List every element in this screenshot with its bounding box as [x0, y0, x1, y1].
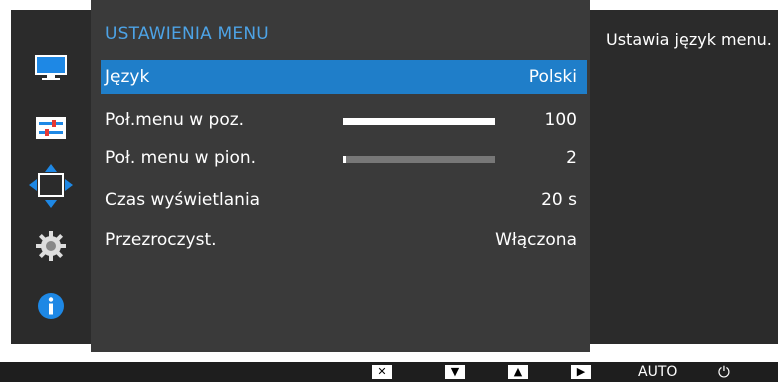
- auto-button[interactable]: AUTO: [638, 364, 677, 380]
- power-button[interactable]: ⏻: [718, 363, 730, 381]
- horizontal-position-slider[interactable]: [343, 118, 495, 125]
- menu-row-display-time[interactable]: Czas wyświetlania 20 s: [101, 183, 587, 217]
- power-icon: ⏻: [718, 363, 730, 381]
- down-arrow-icon: ▼: [445, 365, 465, 379]
- row-label: Poł. menu w pion.: [105, 148, 257, 168]
- row-value: 20 s: [541, 190, 577, 210]
- close-icon: ✕: [372, 365, 392, 379]
- menu-panel: USTAWIENIA MENU Język Polski Poł.menu w …: [91, 0, 590, 352]
- auto-label: AUTO: [638, 364, 678, 380]
- menu-row-horizontal-position[interactable]: Poł.menu w poz. 100: [101, 103, 587, 137]
- row-label: Język: [105, 67, 150, 87]
- menu-row-transparency[interactable]: Przezroczyst. Włączona: [101, 223, 587, 257]
- bottom-key-bar: ✕ ▼ ▲ ▶ AUTO ⏻: [0, 362, 778, 382]
- gear-icon[interactable]: [27, 228, 75, 264]
- settings-sliders-icon[interactable]: [27, 110, 75, 146]
- slider-fill: [343, 156, 347, 163]
- right-arrow-icon: ▶: [571, 365, 591, 379]
- row-label: Czas wyświetlania: [105, 190, 261, 210]
- row-label: Poł.menu w poz.: [105, 110, 245, 130]
- row-label: Przezroczyst.: [105, 230, 217, 250]
- slider-fill: [343, 118, 495, 125]
- close-button[interactable]: ✕: [372, 364, 392, 380]
- menu-title: USTAWIENIA MENU: [105, 24, 269, 44]
- sidebar: [11, 10, 91, 344]
- position-arrows-icon[interactable]: [27, 162, 75, 210]
- right-button[interactable]: ▶: [571, 364, 591, 380]
- row-value: Polski: [528, 67, 577, 87]
- row-value: Włączona: [495, 230, 577, 250]
- vertical-position-slider[interactable]: [343, 156, 495, 163]
- info-icon[interactable]: [27, 288, 75, 324]
- up-button[interactable]: ▲: [508, 364, 528, 380]
- down-button[interactable]: ▼: [445, 364, 465, 380]
- help-panel: Ustawia język menu.: [590, 10, 778, 344]
- help-text: Ustawia język menu.: [606, 30, 772, 49]
- row-value: 2: [566, 148, 577, 168]
- up-arrow-icon: ▲: [508, 365, 528, 379]
- monitor-icon[interactable]: [27, 50, 75, 86]
- menu-row-vertical-position[interactable]: Poł. menu w pion. 2: [101, 141, 587, 175]
- row-value: 100: [544, 110, 577, 130]
- menu-row-language[interactable]: Język Polski: [101, 60, 587, 94]
